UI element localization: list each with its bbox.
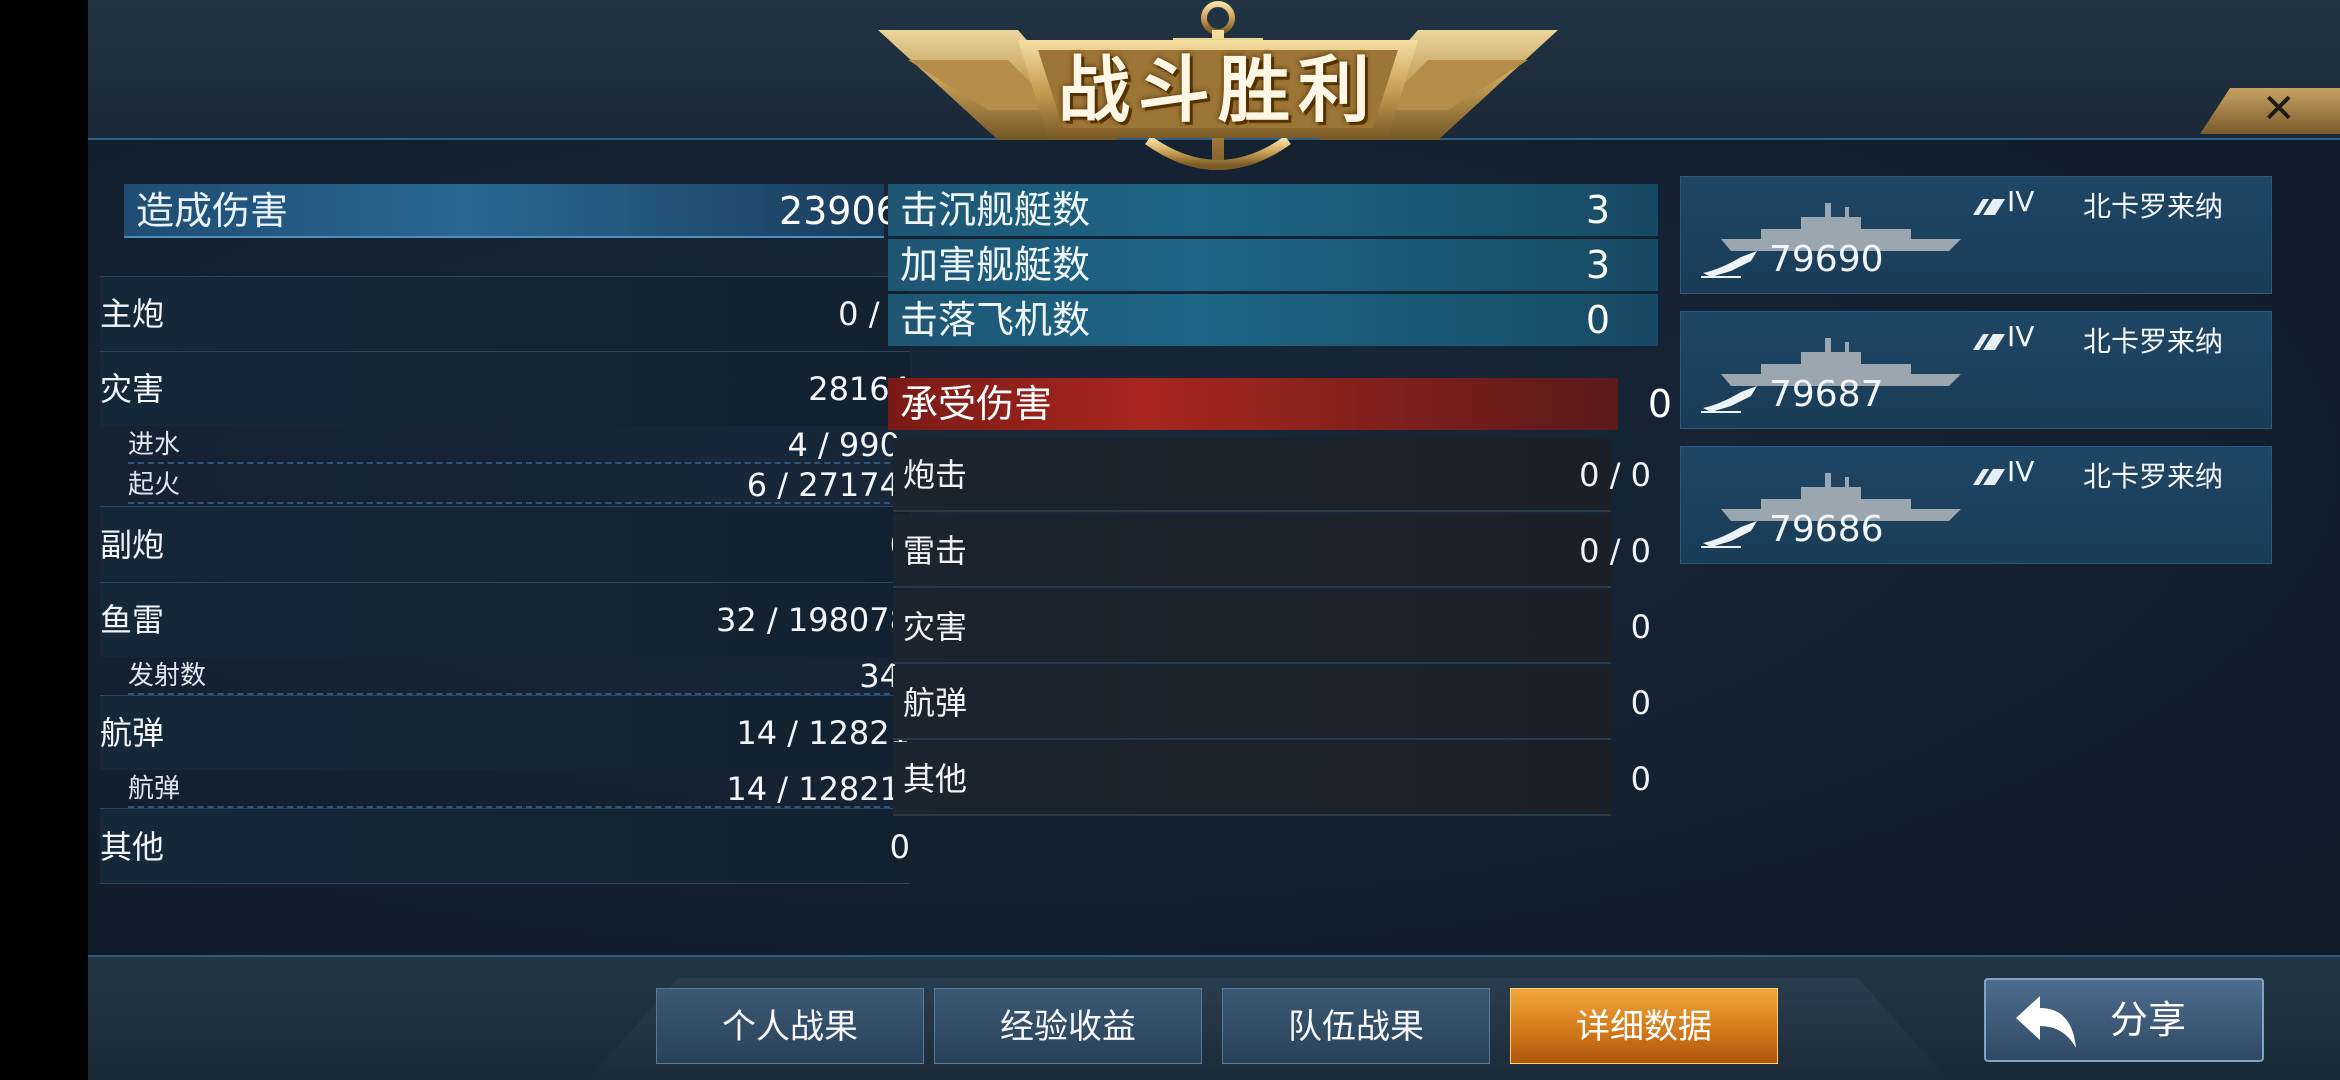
tab-experience[interactable]: 经验收益 [934, 988, 1202, 1064]
kills-row-planes: 击落飞机数 0 [888, 294, 1658, 346]
received-value: 0 / 0 [1579, 532, 1651, 570]
kills-row-sunk: 击沉舰艇数 3 [888, 184, 1658, 236]
received-row-bomb: 航弹 0 [893, 666, 1651, 740]
received-value: 0 [1630, 684, 1651, 722]
ship-tier: IV [2007, 320, 2035, 353]
stat-value: 14 / 12821 [736, 714, 910, 752]
ship-damage: 79687 [1769, 374, 1884, 415]
received-label: 炮击 [903, 456, 968, 494]
ship-card[interactable]: IV 北卡罗来纳 79687 [1680, 311, 2272, 429]
stat-label: 灾害 [100, 370, 165, 408]
ship-tier: IV [2007, 455, 2035, 488]
damage-received-value: 0 [1647, 382, 1672, 426]
damage-dealt-header: 造成伤害 239063 [124, 184, 924, 238]
received-label: 航弹 [903, 684, 968, 722]
stat-value: 32 / 198078 [716, 601, 910, 639]
sub-label: 进水 [128, 430, 181, 460]
damage-received-label: 承受伤害 [900, 382, 1053, 426]
ship-damage: 79686 [1769, 509, 1884, 550]
share-arrow-icon [2016, 996, 2076, 1048]
kills-row-damaged: 加害舰艇数 3 [888, 239, 1658, 291]
damage-received-header: 承受伤害 0 [888, 378, 1672, 430]
tab-detailed-data[interactable]: 详细数据 [1510, 988, 1778, 1064]
share-button[interactable]: 分享 [1984, 978, 2264, 1062]
received-row-gunfire: 炮击 0 / 0 [893, 438, 1651, 512]
stat-row-other: 其他 0 [100, 808, 910, 884]
received-row-other: 其他 0 [893, 742, 1651, 816]
sub-value: 14 / 12821 [726, 770, 900, 808]
received-label: 灾害 [903, 608, 968, 646]
stat-label: 其他 [100, 828, 165, 866]
ship-name: 北卡罗来纳 [2083, 325, 2224, 358]
aircraft-icon [1701, 251, 1757, 278]
aircraft-icon [1701, 521, 1757, 548]
stat-label: 航弹 [100, 714, 165, 752]
kills-label: 击沉舰艇数 [900, 188, 1091, 232]
stat-label: 主炮 [100, 295, 165, 333]
tab-personal-results[interactable]: 个人战果 [656, 988, 924, 1064]
stat-row-torpedo: 鱼雷 32 / 198078 [100, 582, 910, 657]
sub-row-fire: 起火 6 / 27174 [128, 466, 900, 504]
sub-value: 4 / 990 [787, 426, 900, 464]
sub-label: 航弹 [128, 774, 181, 804]
received-value: 0 [1630, 608, 1651, 646]
kills-label: 击落飞机数 [900, 298, 1091, 342]
stat-label: 副炮 [100, 526, 165, 564]
sub-row-launches: 发射数 34 [128, 657, 900, 695]
received-value: 0 [1630, 760, 1651, 798]
aircraft-icon [1701, 386, 1757, 413]
stat-value: 0 [889, 828, 910, 866]
kills-label: 加害舰艇数 [900, 243, 1091, 287]
received-value: 0 / 0 [1579, 456, 1651, 494]
sub-row-flooding: 进水 4 / 990 [128, 426, 900, 464]
received-label: 其他 [903, 760, 968, 798]
ship-name: 北卡罗来纳 [2083, 460, 2224, 493]
received-label: 雷击 [903, 532, 968, 570]
close-icon: ✕ [2262, 86, 2296, 132]
sub-label: 发射数 [128, 661, 207, 691]
ship-class-icon [1973, 334, 2005, 350]
ship-tier: IV [2007, 185, 2035, 218]
stat-row-hazard: 灾害 28164 [100, 351, 910, 426]
kills-value: 3 [1585, 188, 1610, 232]
tab-team-results[interactable]: 队伍战果 [1222, 988, 1490, 1064]
ship-class-icon [1973, 199, 2005, 215]
game-screen: 战斗胜利 ✕ 造成伤害 239063 主炮 0 / 0 灾害 28164 进水 … [88, 0, 2340, 1080]
stat-row-secondary: 副炮 0 [100, 506, 910, 582]
damage-dealt-label: 造成伤害 [136, 189, 289, 233]
sub-label: 起火 [128, 470, 181, 500]
stat-label: 鱼雷 [100, 601, 165, 639]
received-row-torpedo: 雷击 0 / 0 [893, 514, 1651, 588]
ship-class-icon [1973, 469, 2005, 485]
ship-card[interactable]: IV 北卡罗来纳 79686 [1680, 446, 2272, 564]
kills-value: 3 [1585, 243, 1610, 287]
ship-damage: 79690 [1769, 239, 1884, 280]
stat-row-main-gun: 主炮 0 / 0 [100, 276, 910, 351]
victory-title: 战斗胜利 [1057, 48, 1378, 132]
stat-row-bomb: 航弹 14 / 12821 [100, 695, 910, 770]
received-row-hazard: 灾害 0 [893, 590, 1651, 664]
share-label: 分享 [2110, 998, 2187, 1042]
ship-card[interactable]: IV 北卡罗来纳 79690 [1680, 176, 2272, 294]
sub-value: 6 / 27174 [746, 466, 900, 504]
kills-value: 0 [1585, 298, 1610, 342]
ship-name: 北卡罗来纳 [2083, 190, 2224, 223]
sub-row-bomb: 航弹 14 / 12821 [128, 770, 900, 808]
